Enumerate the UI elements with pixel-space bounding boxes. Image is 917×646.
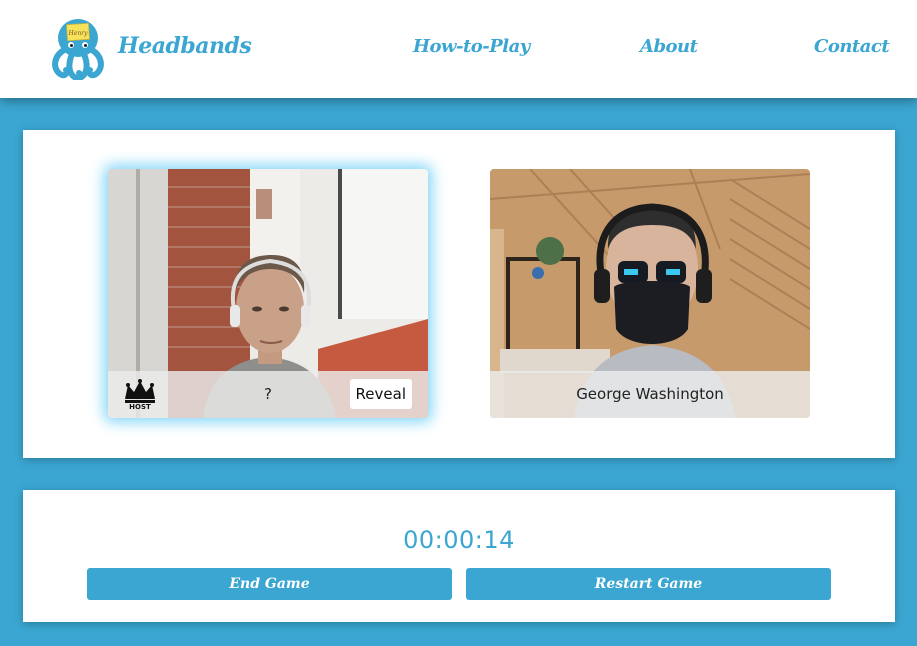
video-panel: HOST ? Reveal George Washington	[23, 130, 895, 458]
restart-game-button[interactable]: Restart Game	[466, 568, 831, 600]
game-controls-panel: 00:00:14 End Game Restart Game	[23, 490, 895, 622]
player-name-guest: George Washington	[576, 385, 724, 403]
nav-how-to-play[interactable]: How-to-Play	[413, 36, 530, 57]
nav-contact[interactable]: Contact	[814, 36, 890, 57]
octopus-logo-icon[interactable]: Henry	[50, 16, 106, 82]
reveal-button[interactable]: Reveal	[349, 379, 412, 409]
player-info-bar: George Washington	[490, 371, 810, 418]
end-game-button[interactable]: End Game	[87, 568, 452, 600]
player-video-guest: George Washington	[490, 169, 810, 418]
player-info-bar: HOST ? Reveal	[108, 371, 428, 418]
brand-title[interactable]: Headbands	[118, 33, 252, 59]
host-badge: HOST	[129, 403, 151, 411]
nav-about[interactable]: About	[640, 36, 698, 57]
player-video-host: HOST ? Reveal	[108, 169, 428, 418]
game-timer: 00:00:14	[403, 526, 515, 554]
top-navbar: Henry Headbands How-to-Play About Contac…	[0, 0, 917, 98]
logo-note-text: Henry	[68, 30, 89, 37]
